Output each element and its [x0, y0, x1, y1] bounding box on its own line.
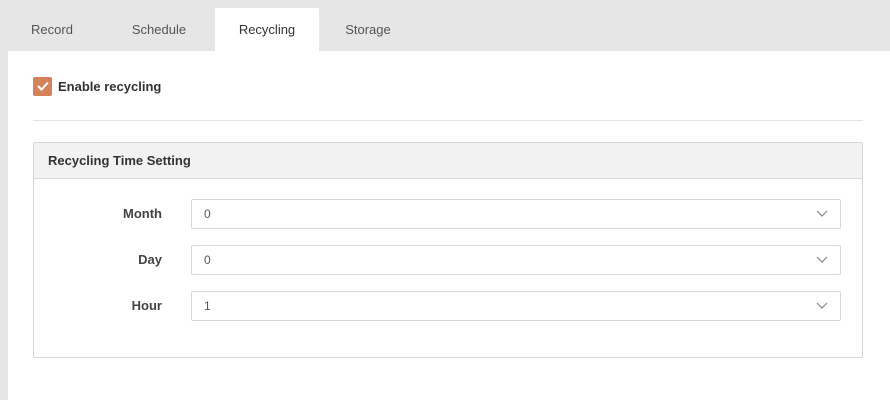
enable-recycling-checkbox[interactable]	[33, 76, 52, 96]
recycling-time-setting-title: Recycling Time Setting	[34, 143, 862, 179]
tab-bar: Record Schedule Recycling Storage	[8, 8, 890, 52]
tab-recycling[interactable]: Recycling	[215, 8, 319, 52]
month-row: Month 0	[34, 199, 862, 229]
month-value: 0	[204, 207, 211, 221]
hour-label: Hour	[131, 298, 162, 313]
day-value: 0	[204, 253, 211, 267]
day-label: Day	[138, 252, 162, 267]
check-icon	[36, 81, 49, 91]
hour-value: 1	[204, 299, 211, 313]
chevron-down-icon	[816, 302, 828, 309]
chevron-down-icon	[816, 256, 828, 263]
month-select[interactable]: 0	[191, 199, 841, 229]
enable-recycling-row[interactable]: Enable recycling	[33, 76, 161, 96]
day-row: Day 0	[34, 245, 862, 275]
chevron-down-icon	[816, 210, 828, 217]
recycling-panel: Enable recycling Recycling Time Setting …	[8, 51, 890, 400]
settings-frame: Record Schedule Recycling Storage Enable…	[8, 8, 890, 400]
day-select[interactable]: 0	[191, 245, 841, 275]
tab-storage[interactable]: Storage	[333, 8, 403, 51]
tab-record[interactable]: Record	[22, 8, 82, 51]
hour-row: Hour 1	[34, 291, 862, 321]
hour-select[interactable]: 1	[191, 291, 841, 321]
enable-recycling-label: Enable recycling	[58, 78, 162, 94]
recycling-time-setting-group: Recycling Time Setting Month 0 Day 0 Hou…	[33, 142, 863, 358]
divider	[33, 120, 863, 121]
month-label: Month	[123, 206, 162, 221]
tab-schedule[interactable]: Schedule	[114, 8, 204, 51]
